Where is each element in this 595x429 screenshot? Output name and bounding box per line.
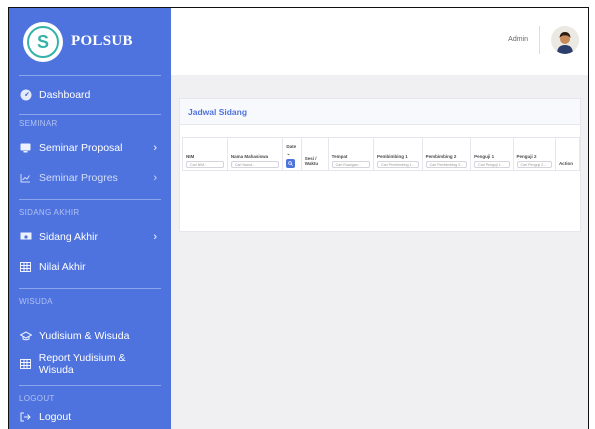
filter-input-nama[interactable]: Cari Nama... — [230, 161, 280, 168]
sidebar-item-seminar-proposal[interactable]: Seminar Proposal › — [9, 133, 171, 163]
section-heading: SIDANG AKHIR — [19, 208, 80, 217]
section-heading: SEMINAR — [19, 119, 58, 128]
sidebar-item-dashboard[interactable]: Dashboard — [9, 76, 171, 114]
column-header-pembimbing-1: Pembimbing 1 Cari Pembimbing 1... — [373, 137, 423, 171]
sidebar-item-label: Nilai Akhir — [39, 261, 86, 273]
sidebar-item-yudisium-wisuda[interactable]: Yudisium & Wisuda — [9, 321, 171, 351]
chart-line-icon — [19, 172, 32, 185]
chevron-right-icon: › — [153, 142, 157, 154]
brand[interactable]: S POLSUB — [9, 8, 171, 75]
column-header-pembimbing-2: Pembimbing 2 Cari Pembimbing 2... — [421, 137, 472, 171]
table-icon — [19, 261, 32, 274]
filter-input-pembimbing-1[interactable]: Cari Pembimbing 1... — [377, 161, 419, 168]
column-label: Nama Mahasiswa — [230, 154, 269, 159]
column-label: Penguji 1 — [474, 154, 495, 159]
sidebar-item-label: Seminar Proposal — [39, 142, 123, 154]
dashboard-icon — [19, 89, 32, 102]
topbar: Admin — [171, 8, 588, 75]
column-header-date: Date ⌄ — [282, 137, 302, 171]
topbar-divider — [539, 26, 540, 54]
sidebar: S POLSUB Dashboard SEMINAR Seminar Propo… — [9, 8, 171, 429]
column-header-action: Action — [554, 137, 581, 171]
sidebar-item-label: Seminar Progres — [39, 172, 118, 184]
column-label: Pembimbing 2 — [425, 154, 457, 159]
sidebar-item-label: Sidang Akhir — [39, 231, 98, 243]
section-heading: WISUDA — [19, 297, 53, 306]
column-header-penguji-2: Penguji 2 Cari Penguji 2... — [512, 137, 556, 171]
column-label: Pembimbing 1 — [377, 154, 408, 159]
column-header-nama-mahasiswa: Nama Mahasiswa Cari Nama... — [226, 137, 284, 171]
search-icon — [288, 161, 294, 166]
avatar[interactable] — [551, 26, 579, 54]
sidebar-divider — [19, 199, 161, 200]
brand-name: POLSUB — [71, 33, 133, 49]
column-label: Tempat — [331, 154, 348, 159]
column-label: Sesi / Waktu — [304, 156, 319, 166]
graduation-cap-icon — [19, 330, 32, 343]
column-label: Penguji 2 — [516, 154, 537, 159]
sort-caret-icon[interactable]: ⌄ — [286, 151, 297, 157]
filter-input-penguji-1[interactable]: Cari Penguji 1... — [474, 161, 510, 168]
column-header-tempat: Tempat Cari Ruangan... — [327, 137, 375, 171]
polsub-logo: S — [23, 21, 63, 62]
sidebar-item-label: Yudisium & Wisuda — [39, 330, 130, 342]
section-heading: LOGOUT — [19, 394, 55, 403]
filter-input-nim[interactable]: Cari NIM... — [186, 161, 224, 168]
sidebar-item-label: Logout — [39, 411, 72, 423]
sign-out-icon — [19, 411, 32, 424]
date-search-button[interactable] — [286, 159, 296, 168]
jadwal-sidang-card: Jadwal Sidang NIM Cari NIM... Nama Mahas… — [179, 98, 581, 232]
sidebar-item-label: Report Yudisium & Wisuda — [38, 352, 126, 376]
sidebar-item-nilai-akhir[interactable]: Nilai Akhir — [9, 252, 171, 282]
filter-input-pembimbing-2[interactable]: Cari Pembimbing 2... — [425, 161, 468, 168]
card-title: Jadwal Sidang — [188, 106, 248, 117]
chevron-right-icon: › — [153, 231, 157, 243]
sidebar-divider — [19, 385, 161, 386]
card-header: Jadwal Sidang — [180, 99, 580, 125]
sidebar-item-label: Dashboard — [39, 89, 91, 101]
sidebar-item-report-yudisium-wisuda[interactable]: Report Yudisium & Wisuda — [9, 351, 171, 377]
sidebar-item-seminar-progres[interactable]: Seminar Progres › — [9, 163, 171, 193]
column-header-sesi-waktu: Sesi / Waktu — [300, 137, 329, 171]
column-header-penguji-1: Penguji 1 Cari Penguji 1... — [470, 137, 514, 171]
presentation-icon — [19, 231, 32, 244]
chevron-right-icon: › — [153, 172, 157, 184]
sidebar-item-logout[interactable]: Logout — [9, 408, 171, 426]
app-frame: S POLSUB Dashboard SEMINAR Seminar Propo… — [8, 7, 589, 429]
sidebar-divider — [19, 288, 161, 289]
column-label: Action — [558, 161, 573, 166]
desktop-icon — [19, 142, 32, 155]
column-label: Date — [286, 144, 297, 149]
table-icon — [19, 358, 32, 371]
filter-input-penguji-2[interactable]: Cari Penguji 2... — [516, 161, 552, 168]
table-header-row: NIM Cari NIM... Nama Mahasiswa Cari Nama… — [182, 137, 581, 171]
schedule-table: NIM Cari NIM... Nama Mahasiswa Cari Nama… — [182, 137, 581, 171]
user-name[interactable]: Admin — [508, 36, 528, 43]
filter-input-tempat[interactable]: Cari Ruangan... — [331, 161, 370, 168]
column-header-nim: NIM Cari NIM... — [182, 137, 228, 171]
column-label: NIM — [186, 154, 195, 159]
sidebar-item-sidang-akhir[interactable]: Sidang Akhir › — [9, 222, 171, 252]
